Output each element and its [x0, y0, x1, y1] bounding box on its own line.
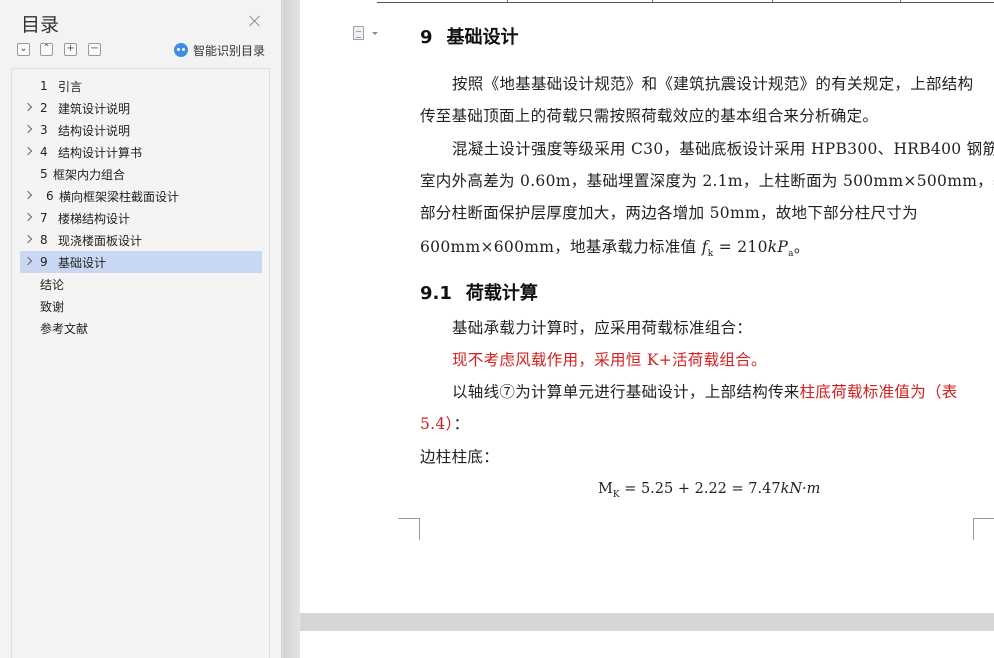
toc-item-num: 8 [40, 233, 48, 247]
heading-number: 9.1 [420, 283, 452, 304]
paragraph-line: 基础承载力计算时，应采用荷载标准组合： [452, 319, 753, 337]
toc-item-conclusion[interactable]: 结论 [20, 273, 262, 295]
heading-number: 9 [420, 27, 433, 48]
text-run-red: 柱底荷载标准值为（表 [799, 383, 958, 401]
toc-item-label: 基础设计 [58, 255, 107, 270]
collapse-all-icon[interactable]: ⌄ [17, 43, 30, 56]
toc-item-structure[interactable]: 3 结构设计说明 [20, 119, 262, 141]
toc-item-num: 6 [46, 189, 54, 203]
toc-item-num: 2 [40, 101, 48, 115]
toc-item-num: 5 [40, 167, 48, 181]
toc-item-label: 引言 [58, 79, 83, 94]
toc-item-label: 致谢 [40, 299, 65, 314]
document-next-page[interactable] [300, 631, 994, 658]
crop-mark-left [398, 518, 420, 540]
math-eq: = 5.25 + 2.22 = 7.47 [619, 481, 781, 497]
heading-text: 荷载计算 [465, 283, 538, 304]
heading-text: 基础设计 [446, 27, 519, 48]
expand-all-icon[interactable]: ⌃ [40, 43, 53, 56]
table-bottom-border [377, 0, 994, 3]
toc-item-num: 3 [40, 123, 48, 137]
toc-item-calculation[interactable]: 4 结构设计计算书 [20, 141, 262, 163]
moment-formula: MK = 5.25 + 2.22 = 7.47kN·m [598, 481, 820, 500]
paragraph-line: 按照《地基基础设计规范》和《建筑抗震设计规范》的有关规定，上部结构 [452, 75, 974, 93]
crop-mark-right [973, 518, 994, 540]
text-run: 。 [793, 238, 810, 256]
toc-item-label: 参考文献 [40, 321, 89, 336]
toc-sidebar: 目录 ⌄ ⌃ + − 智能识别目录 1 引言 2 建筑设计说明 3 结构设计说明… [0, 0, 282, 658]
chevron-right-icon[interactable] [23, 124, 33, 134]
smart-toc-label: 智能识别目录 [193, 43, 266, 58]
smart-toc-icon [174, 43, 188, 57]
toc-title: 目录 [21, 14, 60, 36]
paragraph-line: 传至基础顶面上的荷载只需按照荷载效应的基本组合来分析确定。 [420, 107, 879, 125]
chevron-right-icon[interactable] [23, 102, 33, 112]
paragraph-line: 5.4）： [420, 412, 975, 434]
toc-list: 1 引言 2 建筑设计说明 3 结构设计说明 4 结构设计计算书 5 框架内力组… [11, 68, 270, 658]
toc-item-num: 9 [40, 255, 48, 269]
dropdown-caret-icon [372, 32, 378, 35]
toc-item-stair[interactable]: 7 楼梯结构设计 [20, 207, 262, 229]
toc-item-num: 7 [40, 211, 48, 225]
text-run: ： [453, 415, 470, 433]
toc-item-references[interactable]: 参考文献 [20, 317, 262, 339]
add-item-icon[interactable]: + [64, 43, 77, 56]
toc-item-architecture[interactable]: 2 建筑设计说明 [20, 97, 262, 119]
paragraph-line: 以轴线⑦为计算单元进行基础设计，上部结构传来柱底荷载标准值为（表 [452, 380, 975, 402]
paragraph-line: 混凝土设计强度等级采用 C30，基础底板设计采用 HPB300、HRB400 钢… [452, 140, 994, 158]
toc-item-label: 楼梯结构设计 [58, 211, 131, 226]
paragraph-line: 边柱柱底： [420, 448, 500, 466]
toc-item-frame-forces[interactable]: 5 框架内力组合 [20, 163, 262, 185]
remove-item-icon[interactable]: − [88, 43, 101, 56]
page-gutter [283, 0, 300, 658]
toc-item-label: 建筑设计说明 [58, 101, 131, 116]
toc-item-num: 1 [40, 79, 48, 93]
toc-item-foundation[interactable]: 9 基础设计 [20, 251, 262, 273]
math-lhs: M [598, 481, 613, 497]
math-sub: K [612, 489, 620, 500]
text-run: 以轴线⑦为计算单元进行基础设计，上部结构传来 [452, 383, 800, 401]
toc-item-label: 框架内力组合 [53, 167, 126, 182]
toc-item-thanks[interactable]: 致谢 [20, 295, 262, 317]
paragraph-line: 600mm×600mm，地基承载力标准值 fk = 210kPa。 [420, 235, 975, 259]
toc-item-intro[interactable]: 1 引言 [20, 75, 262, 97]
toc-item-num: 4 [40, 145, 48, 159]
page-separator [300, 613, 994, 631]
toc-item-label: 结论 [40, 277, 65, 292]
paragraph-line-red: 现不考虑风载作用，采用恒 K+活荷载组合。 [452, 351, 767, 369]
section-heading-9-1: 9.1 荷载计算 [420, 279, 538, 305]
math-unit: kN·m [780, 481, 821, 497]
toc-item-label: 结构设计计算书 [58, 145, 143, 160]
chevron-right-icon[interactable] [23, 190, 33, 200]
close-icon[interactable] [247, 13, 263, 29]
paragraph-line: 部分柱断面保护层厚度加大，两边各增加 50mm，故地下部分柱尺寸为 [420, 204, 918, 222]
text-run: 600mm×600mm，地基承载力标准值 [420, 238, 702, 256]
chevron-right-icon[interactable] [23, 212, 33, 222]
chevron-right-icon[interactable] [23, 234, 33, 244]
chevron-right-icon[interactable] [23, 256, 33, 266]
chevron-right-icon[interactable] [23, 146, 33, 156]
math-eq: = 210 [713, 238, 768, 256]
toc-item-beam-column[interactable]: 6 横向框架梁柱截面设计 [20, 185, 262, 207]
toc-item-label: 现浇楼面板设计 [58, 233, 143, 248]
toc-item-label: 横向框架梁柱截面设计 [59, 189, 180, 204]
math-unit: kP [767, 238, 789, 256]
text-run-red: 5.4） [420, 415, 454, 433]
document-icon[interactable] [352, 25, 380, 43]
section-heading-9: 9 基础设计 [420, 23, 519, 49]
toc-item-label: 结构设计说明 [58, 123, 131, 138]
paragraph-line: 室内外高差为 0.60m，基础埋置深度为 2.1m，上柱断面为 500mm×50… [420, 172, 994, 190]
toc-item-floor-slab[interactable]: 8 现浇楼面板设计 [20, 229, 262, 251]
smart-toc-button[interactable]: 智能识别目录 [174, 42, 265, 58]
